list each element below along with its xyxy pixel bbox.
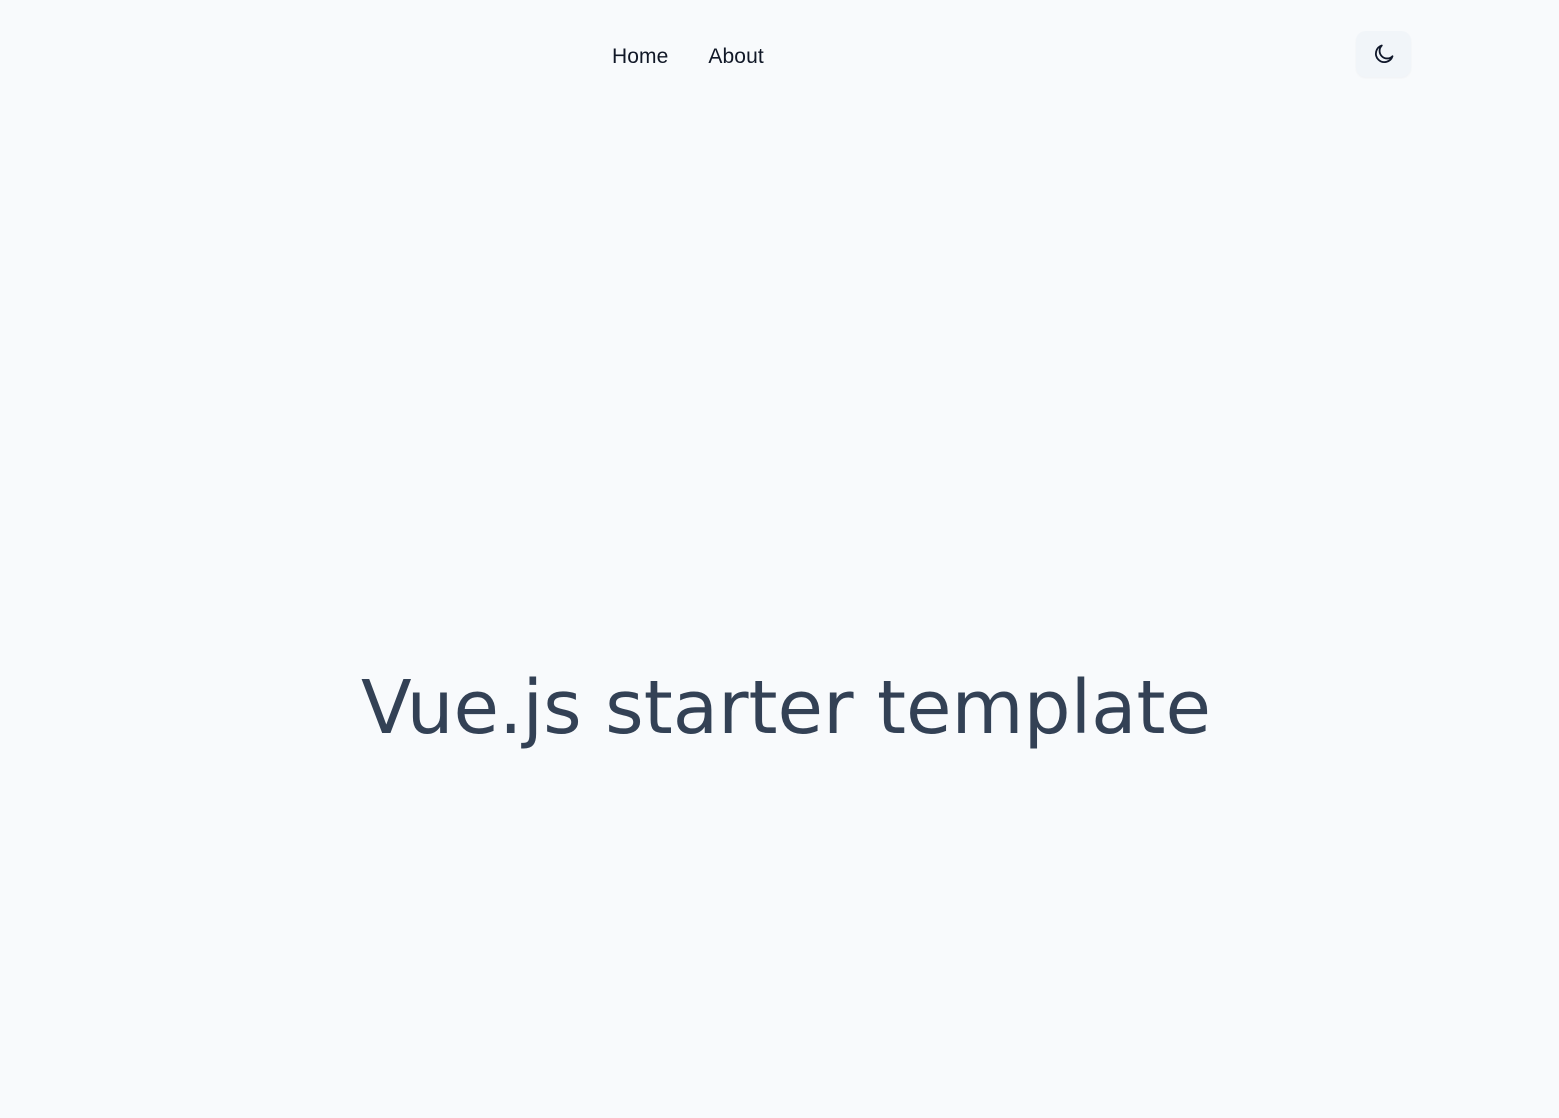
hero-title: Vue.js starter template <box>361 665 1212 751</box>
main-nav: Home About <box>612 42 764 72</box>
theme-toggle-button[interactable] <box>1356 31 1411 77</box>
nav-link-home[interactable]: Home <box>612 42 668 72</box>
moon-icon <box>1372 42 1396 66</box>
nav-link-about[interactable]: About <box>708 42 763 72</box>
page: Home About Vue.js starter template <box>0 0 1559 1118</box>
